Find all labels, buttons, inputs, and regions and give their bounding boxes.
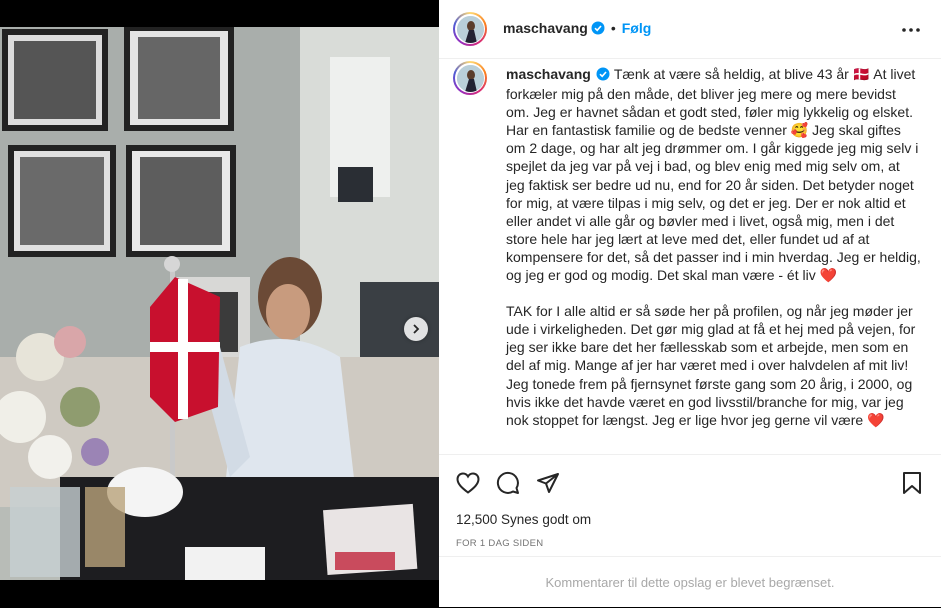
avatar[interactable] (453, 12, 487, 46)
avatar-image (456, 15, 484, 43)
post-username[interactable]: maschavang (503, 20, 588, 36)
more-options-button[interactable] (899, 18, 923, 42)
like-button[interactable] (455, 470, 481, 496)
comment-icon (496, 471, 519, 494)
caption-username[interactable]: maschavang (506, 66, 591, 82)
post-side-panel: maschavang • Følg maschavang Tænk at være s… (439, 0, 941, 607)
save-button[interactable] (899, 470, 925, 496)
comments-restricted-notice: Kommentarer til dette opslag er blevet b… (439, 556, 941, 608)
heart-icon (456, 472, 480, 494)
comment-button[interactable] (495, 470, 521, 496)
follow-button[interactable]: Følg (622, 20, 652, 36)
separator-dot: • (610, 20, 616, 36)
post-photo[interactable] (0, 27, 439, 580)
more-horizontal-icon (902, 28, 920, 32)
caption-paragraph-1: Tænk at være så heldig, at blive 43 år 🇩… (506, 66, 925, 284)
comments-restricted-text: Kommentarer til dette opslag er blevet b… (545, 575, 835, 590)
likes-count[interactable]: 12,500 Synes godt om (456, 512, 591, 527)
action-bar (439, 454, 941, 510)
caption-area[interactable]: maschavang Tænk at være så heldig, at bli… (439, 59, 941, 454)
post-photo-illustration (0, 27, 439, 580)
share-icon (537, 473, 559, 493)
next-photo-button[interactable] (404, 317, 428, 341)
bookmark-icon (903, 472, 921, 494)
verified-badge-icon (596, 67, 610, 85)
post-header: maschavang • Følg (439, 0, 941, 59)
caption-text: maschavang Tænk at være så heldig, at bli… (506, 65, 921, 447)
verified-badge-icon (591, 21, 605, 40)
post-date: FOR 1 DAG SIDEN (456, 538, 544, 549)
caption-avatar[interactable] (453, 61, 487, 95)
chevron-right-icon (413, 324, 420, 334)
caption-avatar-image (456, 64, 484, 92)
caption-paragraph-2: TAK for I alle altid er så søde her på p… (506, 303, 920, 428)
share-button[interactable] (535, 470, 561, 496)
